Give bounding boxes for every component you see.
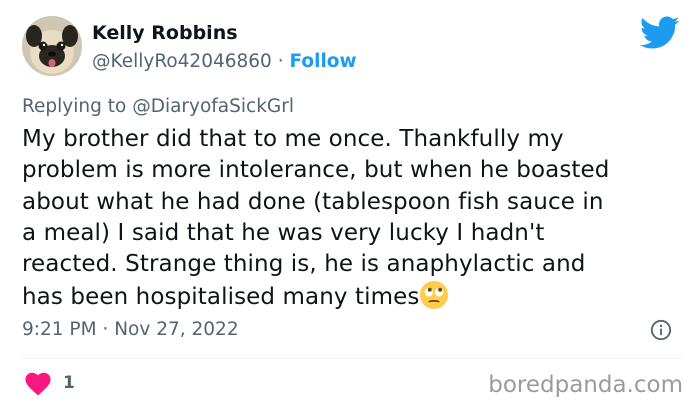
tweet-timestamp[interactable]: 9:21 PM · Nov 27, 2022: [22, 317, 239, 343]
twitter-bird-icon[interactable]: [640, 16, 680, 50]
reply-prefix: Replying to: [22, 96, 127, 117]
reply-mention-link[interactable]: @DiaryofaSickGrl: [132, 96, 294, 117]
tweet-time: 9:21 PM: [22, 319, 97, 340]
rolling-eyes-emoji-icon: [420, 281, 449, 310]
author-handle[interactable]: @KellyRo42046860: [92, 51, 272, 72]
tweet-line: has been hospitalised many times: [22, 284, 420, 311]
follow-button[interactable]: Follow: [290, 51, 357, 72]
separator-dot: ·: [102, 319, 109, 340]
tweet-line: about what he had done (tablespoon fish …: [22, 188, 604, 215]
author-name[interactable]: Kelly Robbins: [92, 20, 238, 46]
tweet-line: problem is more intolerance, but when he…: [22, 157, 610, 184]
heart-icon[interactable]: [25, 372, 51, 396]
separator-dot: ·: [277, 51, 284, 72]
tweet-date: Nov 27, 2022: [114, 319, 239, 340]
pug-avatar: [22, 16, 82, 76]
tweet-body: My brother did that to me once. Thankful…: [22, 124, 682, 314]
author-handle-row: @KellyRo42046860 · Follow: [92, 49, 357, 75]
watermark: boredpanda.com: [488, 372, 683, 398]
tweet-line: a meal) I said that he was very lucky I …: [22, 219, 545, 246]
tweet-line: My brother did that to me once. Thankful…: [22, 126, 564, 152]
divider: [22, 358, 682, 359]
tweet-card: Kelly Robbins @KellyRo42046860 · Follow …: [0, 0, 700, 410]
reply-context: Replying to @DiaryofaSickGrl: [22, 94, 294, 120]
info-icon[interactable]: [650, 319, 672, 341]
tweet-line: reacted. Strange thing is, he is anaphyl…: [22, 251, 586, 278]
author-avatar[interactable]: [22, 16, 82, 76]
like-count: 1: [63, 373, 75, 393]
tweet-line-last: has been hospitalised many times: [22, 280, 682, 313]
